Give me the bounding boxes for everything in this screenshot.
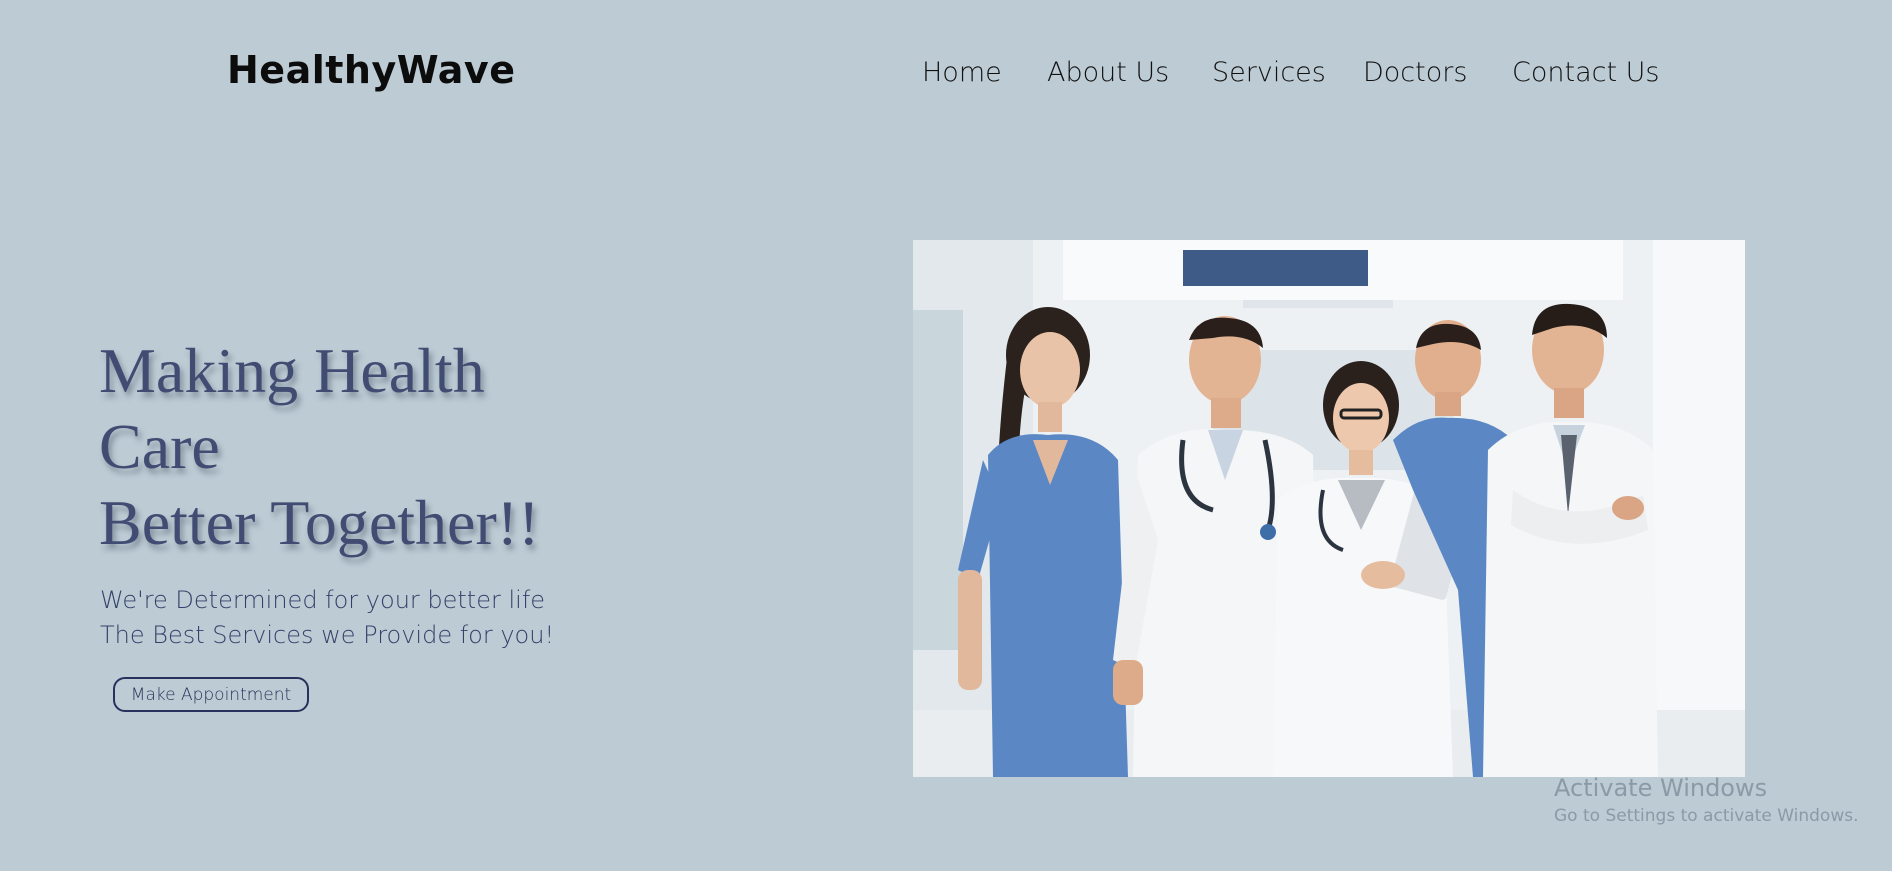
make-appointment-button[interactable]: Make Appointment: [113, 677, 309, 712]
nav-doctors[interactable]: Doctors: [1363, 57, 1467, 88]
headline-line-1: Making Health: [99, 335, 485, 406]
nav-services[interactable]: Services: [1212, 57, 1326, 88]
nav-home[interactable]: Home: [922, 57, 1002, 88]
brand-logo[interactable]: HealthyWave: [227, 48, 515, 92]
headline-line-2: Care: [99, 411, 220, 482]
subtext-line-1: We're Determined for your better life: [100, 586, 546, 614]
headline-line-3: Better Together!!: [99, 487, 540, 558]
doctors-illustration: [913, 240, 1745, 777]
doctors-team-image: [913, 240, 1745, 777]
nav-about-us[interactable]: About Us: [1047, 57, 1169, 88]
subtext-line-2: The Best Services we Provide for you!: [100, 621, 555, 649]
hero-subtext: We're Determined for your better life Th…: [100, 583, 554, 653]
hero-headline: Making Health Care Better Together!!: [99, 333, 619, 561]
watermark-title: Activate Windows: [1554, 774, 1768, 802]
activate-windows-watermark: Activate Windows Go to Settings to activ…: [1554, 773, 1859, 829]
nav-contact-us[interactable]: Contact Us: [1512, 57, 1659, 88]
watermark-subtitle: Go to Settings to activate Windows.: [1554, 806, 1859, 826]
